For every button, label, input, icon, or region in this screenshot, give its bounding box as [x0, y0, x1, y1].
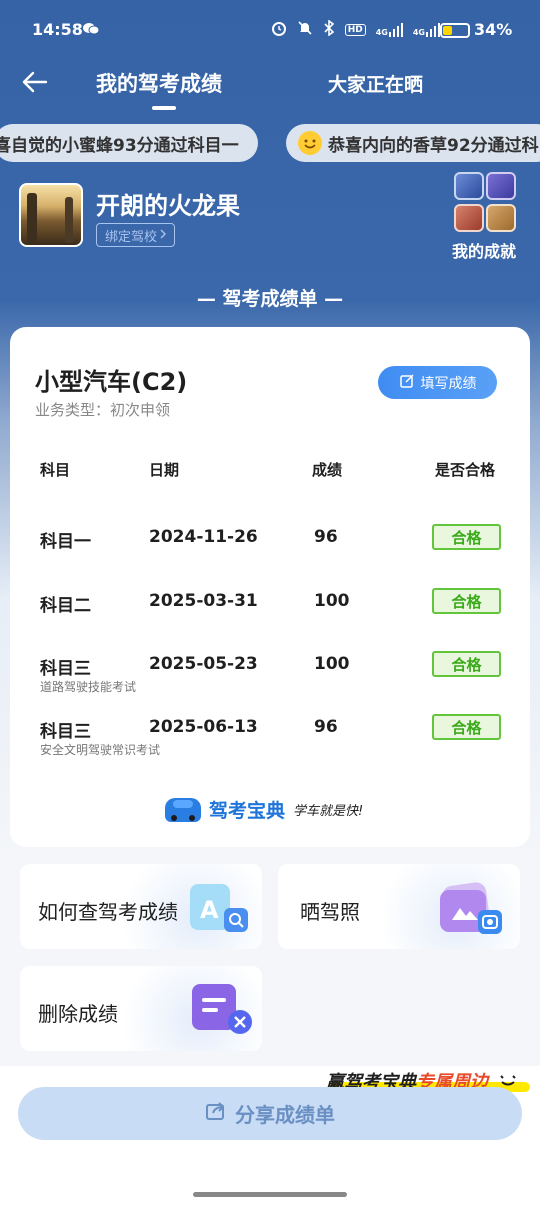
alarm-icon [271, 20, 287, 40]
delete-document-icon [188, 982, 260, 1044]
section-title: — 驾考成绩单 — [196, 288, 344, 310]
header-date: 日期 [149, 461, 180, 479]
delete-score-label: 删除成绩 [38, 1002, 118, 1026]
bind-school-label: 绑定驾校 [105, 229, 158, 245]
share-icon [205, 1101, 227, 1126]
brand-slogan: 学车就是快! [293, 804, 364, 819]
fill-score-label: 填写成绩 [420, 375, 477, 392]
pass-badge: 合格 [432, 588, 501, 614]
svg-text:A: A [200, 896, 219, 924]
achievements-label[interactable]: 我的成就 [452, 238, 516, 262]
marquee-item: 喜自觉的小蜜蜂93分通过科目一 [0, 124, 258, 162]
pass-badge: 合格 [432, 524, 501, 550]
header-score: 成绩 [312, 461, 343, 479]
row-subject: 科目三 [40, 659, 91, 679]
pass-badge: 合格 [432, 714, 501, 740]
marquee-text: 恭喜内向的香草92分通过科 [328, 135, 539, 156]
header-pass: 是否合格 [435, 461, 496, 479]
battery-percent: 34% [474, 20, 513, 39]
fill-score-button[interactable]: 填写成绩 [378, 366, 497, 399]
status-icons: HD 4G 4G [271, 19, 440, 40]
avatar[interactable] [19, 183, 83, 247]
row-subject: 科目一 [40, 532, 91, 552]
row-subject: 科目三 [40, 722, 91, 742]
badge-icon [454, 204, 484, 232]
row-subject: 科目二 [40, 596, 91, 616]
car-logo-icon [165, 797, 201, 822]
smile-emoji-icon [298, 131, 322, 155]
hd-icon: HD [344, 24, 366, 36]
edit-icon [399, 373, 415, 393]
badge-icon [486, 172, 516, 200]
row-score: 96 [314, 527, 338, 547]
bluetooth-icon [323, 19, 335, 40]
share-scorecard-button[interactable]: 分享成绩单 [18, 1087, 522, 1140]
tab-my-scores[interactable]: 我的驾考成绩 [96, 68, 222, 98]
photo-share-icon [434, 880, 506, 944]
share-label: 分享成绩单 [235, 1103, 335, 1127]
battery-icon [440, 23, 470, 38]
status-time: 14:58 [32, 20, 83, 39]
show-license-label: 晒驾照 [300, 900, 360, 924]
mute-icon [297, 20, 313, 40]
brand-name: 驾考宝典 [209, 800, 286, 822]
show-license-tile[interactable]: 晒驾照 [278, 864, 520, 949]
achievement-badges[interactable] [452, 172, 520, 236]
how-to-query-label: 如何查驾考成绩 [38, 900, 178, 924]
back-arrow-icon[interactable] [18, 64, 54, 100]
badge-icon [486, 204, 516, 232]
marquee-text: 喜自觉的小蜜蜂93分通过科目一 [0, 135, 239, 156]
tab-everyone-sharing[interactable]: 大家正在晒 [328, 70, 423, 97]
vehicle-type: 小型汽车(C2) [35, 368, 188, 396]
marquee-item: 恭喜内向的香草92分通过科 [286, 124, 540, 162]
tab-underline [152, 106, 176, 110]
header-subject: 科目 [40, 461, 71, 479]
delete-score-tile[interactable]: 删除成绩 [20, 966, 262, 1051]
business-type: 业务类型：初次申领 [35, 401, 171, 419]
row-score: 96 [314, 717, 338, 737]
document-search-icon: A [188, 880, 252, 940]
brand-logo: 驾考宝典 学车就是快! [165, 796, 363, 823]
row-date: 2025-06-13 [149, 717, 258, 737]
row-date: 2024-11-26 [149, 527, 258, 547]
signal-icon-1: 4G [376, 23, 403, 37]
pass-badge: 合格 [432, 651, 501, 677]
wechat-icon [82, 22, 100, 36]
bind-school-button[interactable]: 绑定驾校 [96, 223, 176, 247]
signal-icon-2: 4G [413, 23, 440, 37]
chevron-right-icon [160, 228, 167, 243]
row-score: 100 [314, 591, 350, 611]
badge-icon [454, 172, 484, 200]
row-note: 道路驾驶技能考试 [40, 680, 137, 694]
row-date: 2025-03-31 [149, 591, 258, 611]
row-date: 2025-05-23 [149, 654, 258, 674]
row-note: 安全文明驾驶常识考试 [40, 743, 161, 757]
username: 开朗的火龙果 [96, 192, 240, 220]
row-score: 100 [314, 654, 350, 674]
home-indicator[interactable] [193, 1192, 347, 1197]
how-to-query-tile[interactable]: 如何查驾考成绩 A [20, 864, 262, 949]
